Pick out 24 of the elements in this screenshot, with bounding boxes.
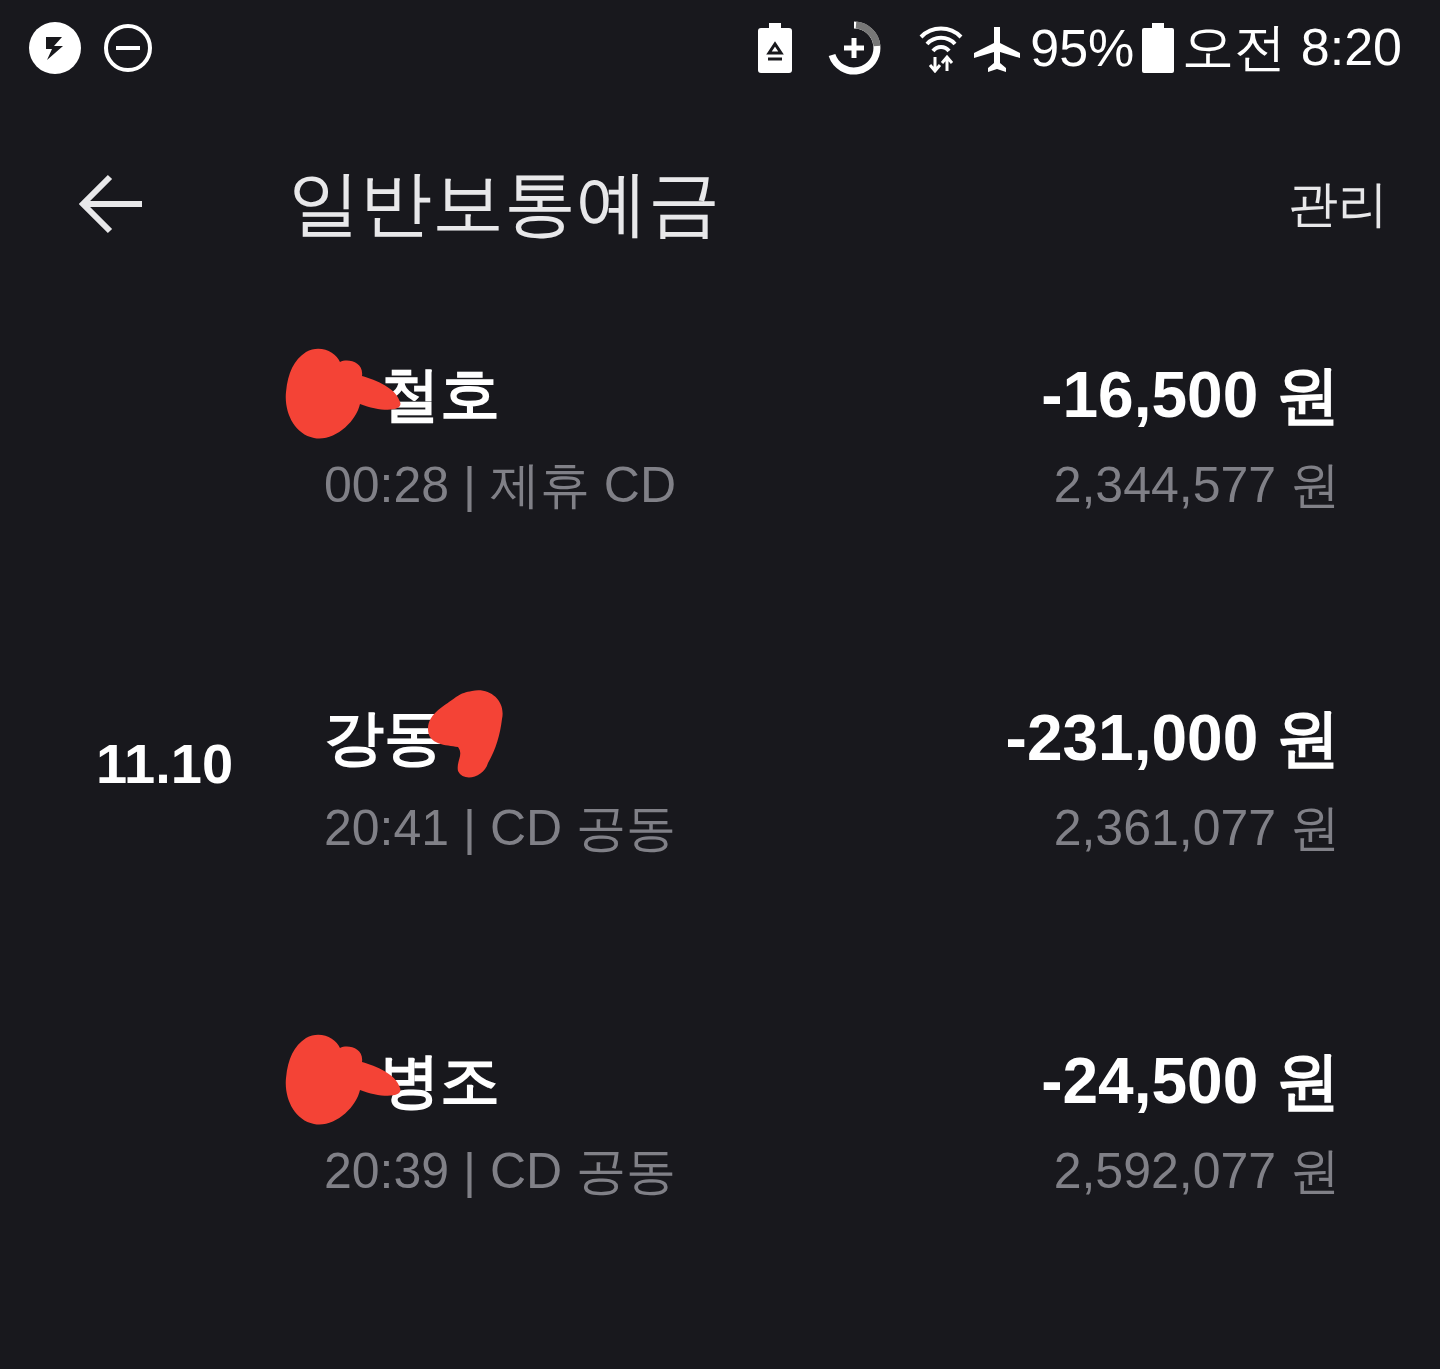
- transaction-date: 11.10: [96, 732, 234, 795]
- payee-name: 병조: [380, 1043, 500, 1117]
- transaction-detail: 20:39 | CD 공동: [324, 1142, 677, 1201]
- transaction-detail: 20:41 | CD 공동: [324, 799, 677, 858]
- payee-name: 강동: [324, 700, 444, 774]
- clock: 오전 8:20: [1182, 17, 1402, 78]
- back-button[interactable]: [78, 173, 144, 235]
- app-logo-icon: [29, 22, 81, 74]
- balance-amount: 2,344,577 원: [1053, 456, 1340, 515]
- transaction-amount: -231,000 원: [1005, 700, 1340, 776]
- battery-saver-icon: [758, 23, 793, 73]
- battery-percentage: 95%: [1030, 18, 1135, 78]
- transaction-amount: -24,500 원: [1041, 1043, 1340, 1119]
- battery-icon: [1142, 23, 1175, 73]
- payee-name: 철호: [380, 357, 500, 431]
- manage-button[interactable]: 관리: [1288, 170, 1388, 238]
- page-title: 일반보통예금: [288, 160, 721, 247]
- transaction-detail: 00:28 | 제휴 CD: [324, 456, 677, 515]
- do-not-disturb-icon: [103, 23, 153, 73]
- back-arrow-icon: [78, 173, 144, 235]
- data-saver-icon: [826, 20, 883, 76]
- transaction-amount: -16,500 원: [1041, 357, 1340, 433]
- balance-amount: 2,361,077 원: [1053, 799, 1340, 858]
- balance-amount: 2,592,077 원: [1053, 1142, 1340, 1201]
